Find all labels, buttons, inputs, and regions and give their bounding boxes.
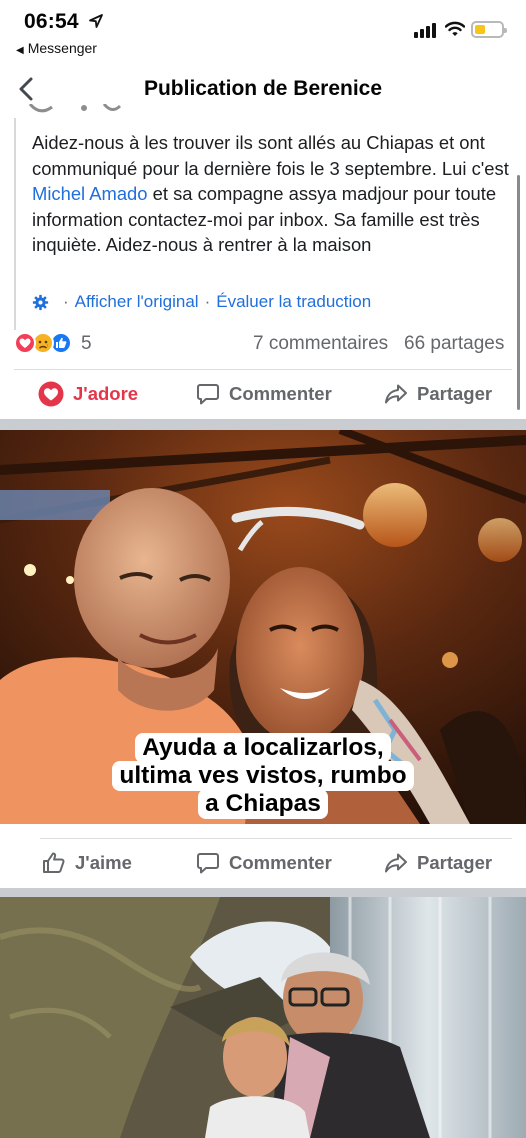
caption-line-3: a Chiapas <box>198 789 328 819</box>
back-triangle-icon: ◀ <box>16 45 24 56</box>
section-separator <box>0 419 526 430</box>
love-button[interactable]: J'adore <box>38 369 138 419</box>
scrolled-author-fragment <box>28 104 122 113</box>
comment-button[interactable]: Commenter <box>196 369 332 419</box>
section-separator <box>0 888 526 897</box>
gear-icon[interactable] <box>32 294 49 311</box>
post-text: Aidez-nous à les trouver ils sont allés … <box>32 118 514 258</box>
mention-link[interactable]: Michel Amado <box>32 183 148 204</box>
status-time: 06:54 <box>24 10 79 33</box>
comment-icon <box>197 384 219 405</box>
love-icon <box>38 381 64 407</box>
caption-line-1: Ayuda a localizarlos, <box>135 733 391 763</box>
reaction-count[interactable]: 5 <box>81 333 92 355</box>
wifi-icon <box>445 21 465 36</box>
comment-label: Commenter <box>229 383 332 404</box>
page-title: Publication de Berenice <box>143 77 383 100</box>
love-label: J'adore <box>73 383 139 404</box>
battery-icon <box>471 21 507 38</box>
share-icon <box>385 384 407 404</box>
photo-comment-label: Commenter <box>229 852 332 873</box>
translation-row: · Afficher l'original · Évaluer la tradu… <box>32 292 371 312</box>
photo-share-button[interactable]: Partager <box>384 838 492 888</box>
post-action-bar: J'adore Commenter Partager <box>0 369 526 419</box>
rate-translation-link[interactable]: Évaluer la traduction <box>216 292 371 312</box>
share-count[interactable]: 66 partages <box>404 333 504 355</box>
comment-icon <box>197 853 219 874</box>
post-body: Aidez-nous à les trouver ils sont allés … <box>14 118 514 330</box>
photo-comment-button[interactable]: Commenter <box>196 838 332 888</box>
like-label: J'aime <box>75 852 132 873</box>
photo-action-bar: J'aime Commenter Partager <box>0 838 526 888</box>
reactions-summary: 5 7 commentaires 66 partages <box>14 330 514 358</box>
comment-count[interactable]: 7 commentaires <box>253 333 388 355</box>
photo-share-label: Partager <box>417 852 493 873</box>
cellular-signal-icon <box>414 22 440 38</box>
share-icon <box>385 853 407 873</box>
caption-line-2: ultima ves vistos, rumbo <box>112 761 414 791</box>
photo-caption: Ayuda a localizarlos, ultima ves vistos,… <box>0 733 526 819</box>
share-label: Partager <box>417 383 493 404</box>
reaction-icons[interactable] <box>14 332 78 356</box>
post-text-part1: Aidez-nous à les trouver ils sont allés … <box>32 132 509 179</box>
post-photo-couple[interactable]: Ayuda a localizarlos, ultima ves vistos,… <box>0 430 526 824</box>
love-reaction-icon <box>14 332 36 354</box>
share-button[interactable]: Partager <box>384 369 492 419</box>
status-bar: 06:54 ◀ Messenger <box>0 0 526 60</box>
back-app-label: Messenger <box>27 40 97 56</box>
see-original-link[interactable]: Afficher l'original <box>75 292 199 312</box>
thumbs-up-icon <box>43 852 65 873</box>
post-photo-waterfall[interactable] <box>0 897 526 1138</box>
waterfall-photo-image <box>0 897 526 1138</box>
separator-dot: · <box>63 292 69 311</box>
separator-dot: · <box>204 292 211 311</box>
like-button[interactable]: J'aime <box>42 838 132 888</box>
back-to-messenger[interactable]: ◀ Messenger <box>16 40 97 56</box>
location-arrow-icon <box>89 14 103 28</box>
